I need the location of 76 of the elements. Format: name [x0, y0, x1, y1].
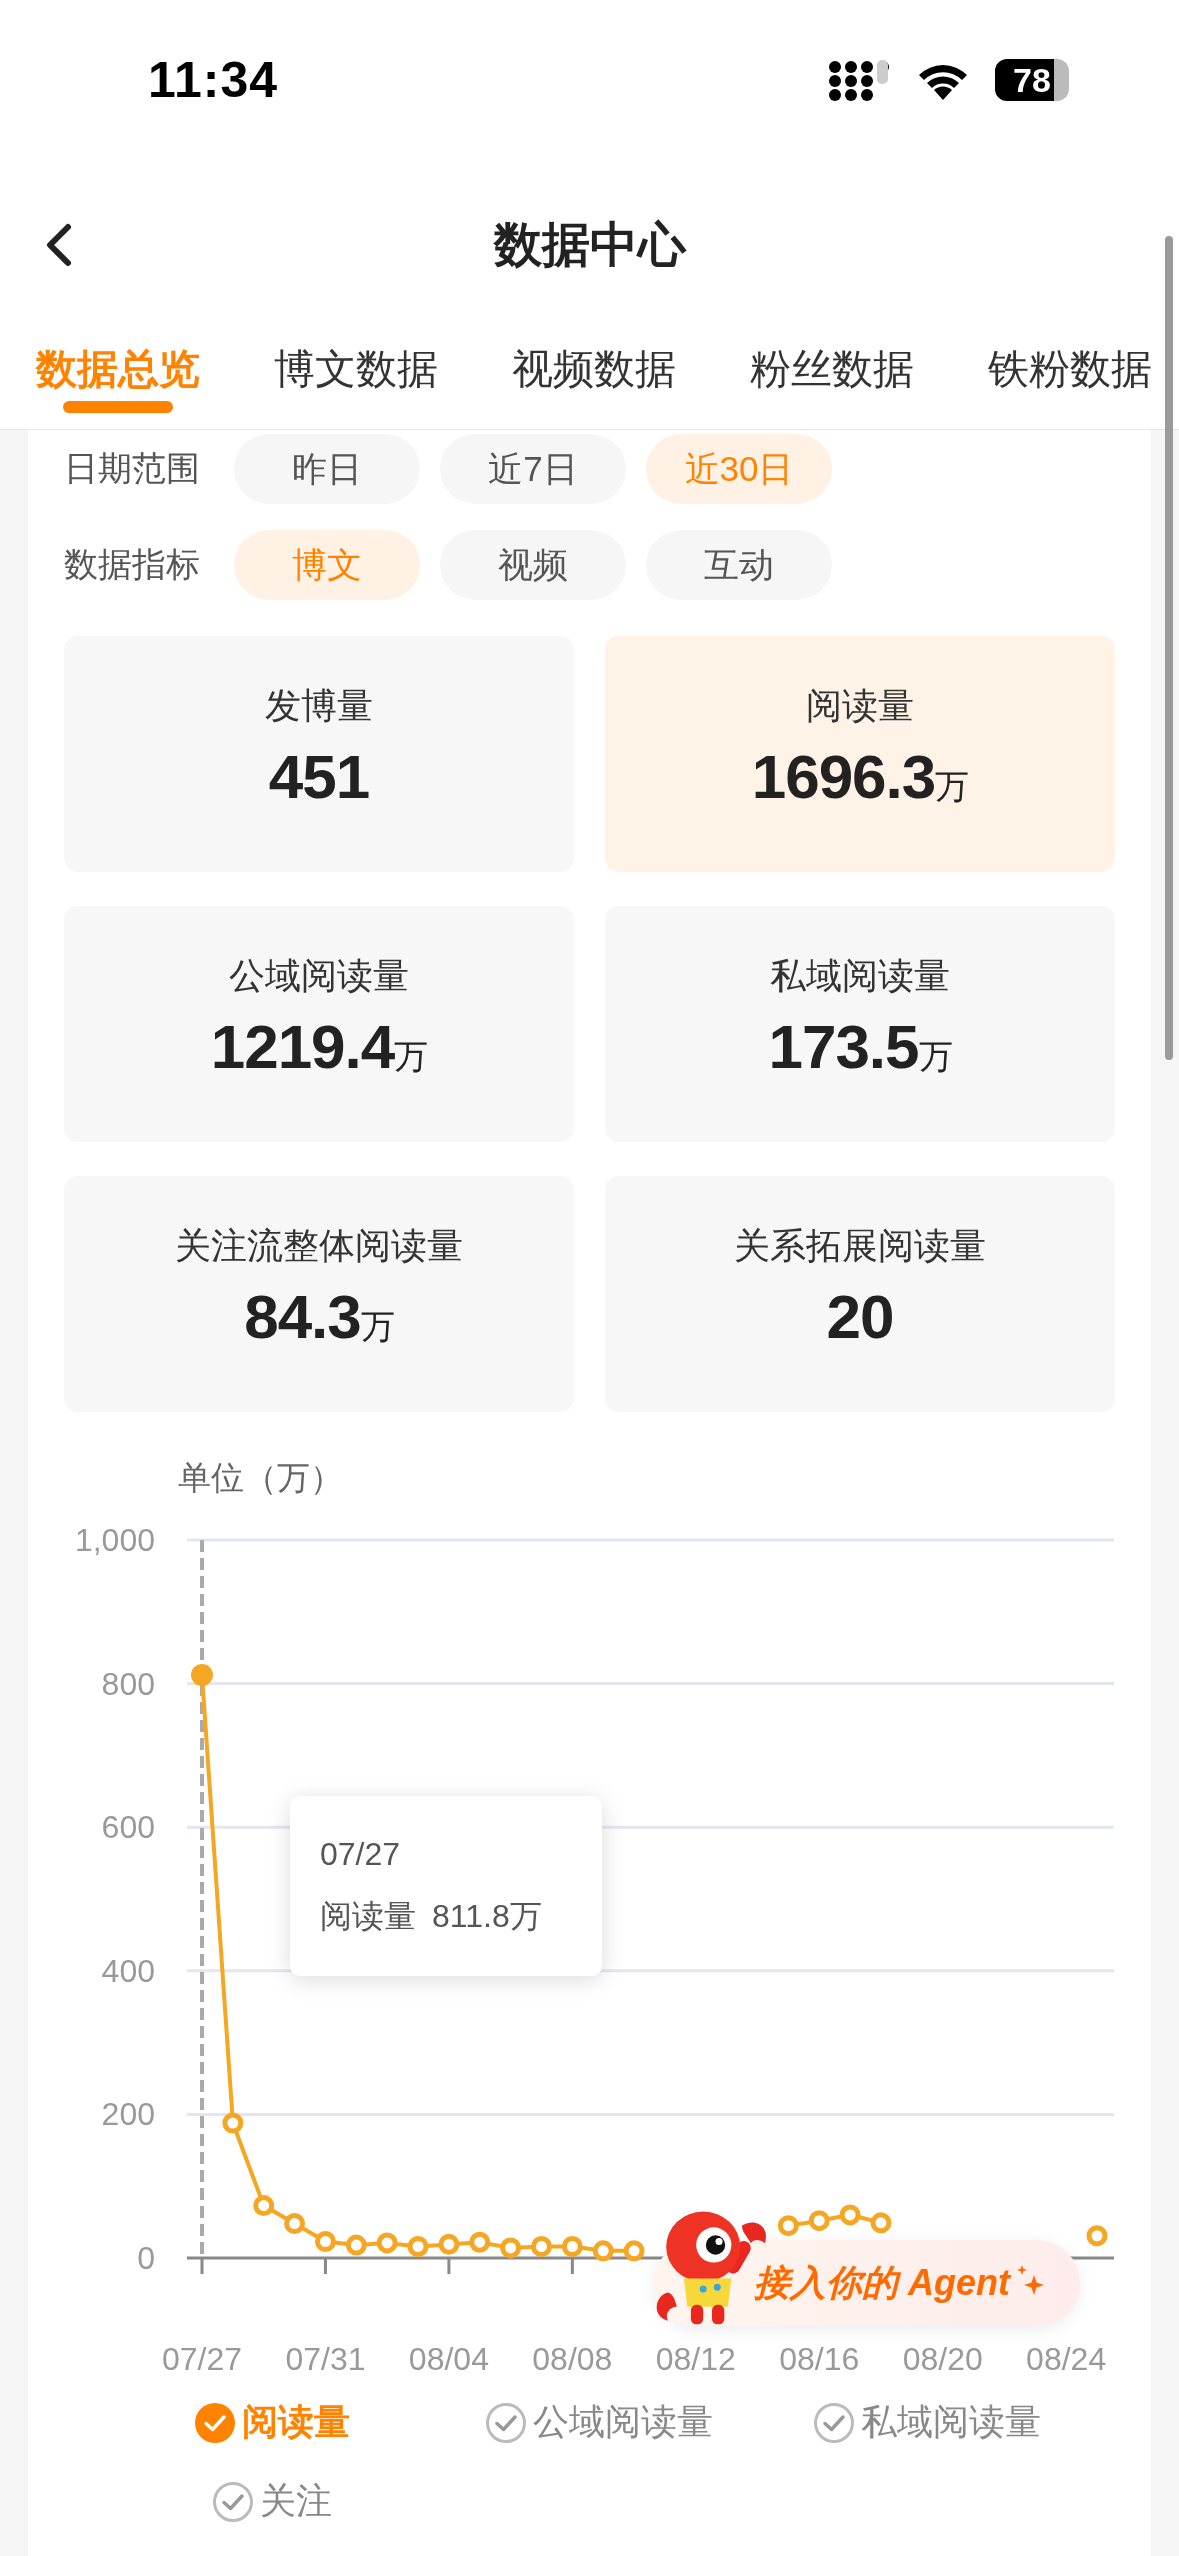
axis-label: 08/20 — [902, 2341, 983, 2377]
check-icon — [193, 2401, 236, 2444]
tooltip-date: 07/27 — [320, 1836, 402, 1873]
legend-toggle[interactable]: 私域阅读量 — [813, 2398, 1042, 2447]
check-icon — [813, 2401, 856, 2444]
axis-label: 08/12 — [655, 2341, 736, 2377]
tab[interactable]: 粉丝数据 — [750, 320, 914, 427]
filter-label: 数据指标 — [64, 544, 201, 585]
axis-label: 1,000 — [74, 1522, 155, 1558]
page-title: 数据中心 — [493, 217, 686, 273]
stat-card[interactable]: 发博量 451 — [64, 636, 574, 872]
data-point — [191, 1664, 213, 1686]
data-point — [777, 2215, 799, 2237]
stat-label: 阅读量 — [806, 684, 914, 728]
data-point — [1086, 2225, 1108, 2247]
filter-chip[interactable]: 昨日 — [234, 434, 420, 504]
stat-label: 关注流整体阅读量 — [175, 1224, 463, 1268]
data-point — [345, 2234, 367, 2256]
status-time: 11:34 — [148, 51, 279, 109]
data-point — [222, 2112, 244, 2134]
data-point — [314, 2231, 336, 2252]
axis-label: 400 — [101, 1952, 155, 1989]
filter-chip[interactable]: 近7日 — [440, 434, 626, 504]
data-point — [623, 2240, 645, 2262]
filter-chip[interactable]: 互动 — [646, 530, 832, 600]
data-point — [808, 2210, 830, 2232]
stat-value: 20 — [826, 1281, 894, 1352]
data-point — [284, 2213, 306, 2235]
battery-indicator: 78 — [995, 59, 1069, 101]
data-point — [469, 2231, 491, 2253]
tab[interactable]: 铁粉数据 — [988, 320, 1152, 427]
filter-label: 日期范围 — [64, 448, 201, 489]
stat-value: 173.5万 — [768, 1011, 952, 1082]
stat-label: 发博量 — [265, 684, 373, 728]
data-point — [253, 2195, 275, 2217]
stat-card[interactable]: 关系拓展阅读量 20 — [605, 1176, 1115, 1412]
stat-label: 公域阅读量 — [229, 954, 409, 998]
stat-value: 1696.3万 — [751, 741, 969, 812]
axis-label: 200 — [101, 2096, 155, 2133]
axis-label: 08/04 — [408, 2341, 489, 2377]
data-point — [376, 2232, 398, 2254]
stat-value: 84.3万 — [244, 1281, 394, 1352]
axis-label: 08/24 — [1026, 2341, 1107, 2377]
axis-label: 800 — [101, 1665, 155, 1702]
legend-toggle[interactable]: 公域阅读量 — [485, 2398, 714, 2447]
stat-card[interactable]: 私域阅读量 173.5万 — [605, 906, 1115, 1142]
axis-label: 07/31 — [285, 2341, 366, 2377]
data-point — [561, 2236, 583, 2257]
stat-card[interactable]: 阅读量 1696.3万 — [605, 636, 1115, 872]
tab[interactable]: 视频数据 — [512, 320, 676, 427]
data-point — [592, 2240, 614, 2262]
signal-icon — [829, 59, 891, 101]
data-point — [531, 2236, 552, 2257]
data-point — [839, 2204, 861, 2226]
filter-chip[interactable]: 视频 — [440, 530, 626, 600]
axis-label: 600 — [101, 1809, 155, 1846]
axis-label: 08/16 — [779, 2341, 860, 2377]
check-icon — [485, 2401, 528, 2444]
axis-label: 0 — [137, 2240, 155, 2276]
data-point — [870, 2212, 892, 2234]
stat-card[interactable]: 关注流整体阅读量 84.3万 — [64, 1176, 574, 1412]
stat-card[interactable]: 公域阅读量 1219.4万 — [64, 906, 574, 1142]
data-point — [438, 2233, 460, 2255]
tooltip-value: 阅读量 811.8万 — [320, 1897, 543, 1936]
tab[interactable]: 博文数据 — [274, 320, 438, 427]
check-icon — [211, 2480, 254, 2523]
data-point — [407, 2236, 429, 2257]
axis-label: 08/08 — [532, 2341, 613, 2377]
data-point — [500, 2237, 522, 2259]
stat-value: 451 — [268, 741, 370, 812]
unit-label: 单位（万） — [178, 1458, 344, 1498]
stat-label: 关系拓展阅读量 — [734, 1224, 986, 1268]
axis-label: 07/27 — [161, 2341, 243, 2377]
stat-value: 1219.4万 — [210, 1011, 428, 1082]
legend-toggle[interactable]: 关注 — [211, 2477, 332, 2526]
stat-label: 私域阅读量 — [770, 954, 950, 998]
